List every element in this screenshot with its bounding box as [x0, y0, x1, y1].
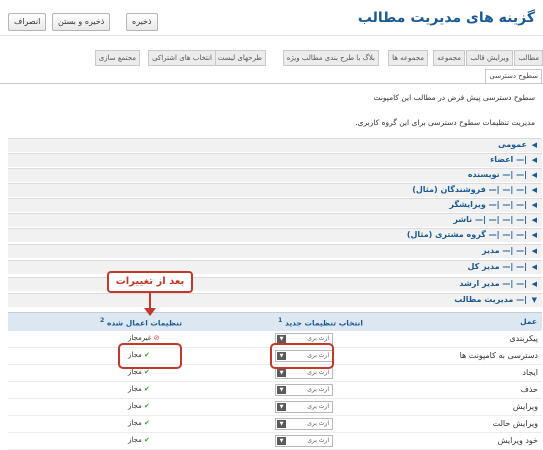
tab-shared[interactable]: انتخاب های اشتراکی — [148, 50, 216, 66]
permission-select[interactable]: ارث بری ▼ — [275, 418, 333, 430]
permission-select[interactable]: ارث بری ▼ — [275, 435, 333, 447]
dropdown-icon: ▼ — [277, 335, 286, 343]
check-icon: ✔ — [144, 402, 150, 410]
dropdown-icon: ▼ — [277, 386, 286, 394]
group-row-active[interactable]: ▼ |— مدیریت مطالب — [8, 293, 542, 307]
tab-articles[interactable]: مطالب — [514, 50, 543, 66]
tab-list-layouts[interactable]: طرحهای لیست — [213, 50, 266, 66]
triangle-left-icon: ◀ — [531, 263, 537, 271]
triangle-left-icon: ◀ — [531, 231, 537, 239]
annotation-callout: بعد از تغییرات — [107, 271, 193, 293]
permission-select[interactable]: ارث بری ▼ — [275, 384, 333, 396]
action-label: ایجاد — [522, 368, 538, 377]
highlight-box-status — [118, 343, 182, 369]
calculated-status: ✔ مجاز — [128, 385, 150, 393]
action-label: دسترسی به کامپونت ها — [459, 351, 538, 360]
col-action-header: عمل — [520, 317, 537, 326]
triangle-left-icon: ◀ — [531, 156, 537, 164]
save-button[interactable]: ذخیره — [126, 13, 158, 31]
save-close-button[interactable]: ذخیره و بستن — [52, 13, 111, 31]
calculated-status: ✔ مجاز — [128, 419, 150, 427]
page-title: گزینه های مدیریت مطالب — [357, 10, 535, 26]
triangle-down-icon: ▼ — [531, 296, 537, 304]
action-label: خود ویرایش — [497, 436, 538, 445]
col-calculated-header: تنظیمات اعمال شده 2 — [100, 317, 183, 328]
permissions-hint: مدیریت تنظیمات سطوح دسترسی برای این گروه… — [355, 118, 535, 127]
tab-permissions[interactable]: سطوح دسترسی — [485, 69, 542, 83]
triangle-left-icon: ◀ — [531, 247, 537, 255]
highlight-box-select — [270, 343, 334, 369]
triangle-left-icon: ◀ — [531, 141, 537, 149]
col-new-setting-header: انتخاب تنظیمات جدید 1 — [278, 317, 363, 328]
check-icon: ✔ — [144, 419, 150, 427]
calculated-status: ✔ مجاز — [128, 368, 150, 376]
tab-edit-layout[interactable]: ویرایش قالب — [466, 50, 513, 66]
deny-icon: ⊘ — [153, 334, 160, 342]
triangle-left-icon: ◀ — [531, 280, 537, 288]
group-row[interactable]: ◀ |— اعضاء — [8, 153, 542, 167]
header-bar: گزینه های مدیریت مطالب ذخیره ذخیره و بست… — [0, 0, 543, 36]
calculated-status: ✔ مجاز — [128, 402, 150, 410]
group-row[interactable]: ◀ |— |— مدیر کل — [8, 260, 542, 274]
action-label: حذف — [520, 385, 538, 394]
table-row: خود ویرایش ارث بری ▼ ✔ مجاز — [8, 433, 542, 450]
group-row[interactable]: ◀ |— |— مدیر — [8, 244, 542, 258]
permissions-description: سطوح دسترسی پیش فرض در مطالب این کامپونت — [373, 93, 535, 102]
calculated-status: ✔ مجاز — [128, 436, 150, 444]
tab-category[interactable]: مجموعه — [433, 50, 465, 66]
callout-arrow-icon — [144, 308, 156, 316]
triangle-left-icon: ◀ — [531, 216, 537, 224]
dropdown-icon: ▼ — [277, 420, 286, 428]
tab-blog-layout[interactable]: بلاگ با طرح بندی مطالب ویژه — [282, 50, 379, 66]
dropdown-icon: ▼ — [277, 437, 286, 445]
permissions-table-header: عمل انتخاب تنظیمات جدید 1 تنظیمات اعمال … — [8, 312, 542, 331]
group-row[interactable]: ◀ |— |— |— |— ناشر — [8, 213, 542, 227]
divider — [0, 83, 543, 84]
action-label: ویرایش — [512, 402, 538, 411]
group-row[interactable]: ◀ عمومی — [8, 138, 542, 152]
group-row[interactable]: ◀ |— |— |— فروشندگان (مثال) — [8, 183, 542, 197]
triangle-left-icon: ◀ — [531, 201, 537, 209]
triangle-left-icon: ◀ — [531, 171, 537, 179]
check-icon: ✔ — [144, 368, 150, 376]
dropdown-icon: ▼ — [277, 369, 286, 377]
tab-integration[interactable]: مجتمع سازی — [94, 50, 140, 66]
check-icon: ✔ — [144, 385, 150, 393]
group-row[interactable]: ◀ |— |— مدیر ارشد — [8, 277, 542, 291]
table-row: ویرایش ارث بری ▼ ✔ مجاز — [8, 399, 542, 416]
permission-select[interactable]: ارث بری ▼ — [275, 401, 333, 413]
calculated-status: ⊘ غیرمجاز — [128, 334, 160, 342]
action-label: ویرایش حالت — [492, 419, 538, 428]
cancel-button[interactable]: انصراف — [8, 13, 47, 31]
dropdown-icon: ▼ — [277, 403, 286, 411]
table-row: حذف ارث بری ▼ ✔ مجاز — [8, 382, 542, 399]
group-row[interactable]: ◀ |— |— |— گروه مشتری (مثال) — [8, 228, 542, 242]
triangle-left-icon: ◀ — [531, 186, 537, 194]
group-row[interactable]: ◀ |— |— نویسنده — [8, 168, 542, 182]
table-row: ویرایش حالت ارث بری ▼ ✔ مجاز — [8, 416, 542, 433]
action-label: پیکربندی — [509, 334, 538, 343]
tab-categories[interactable]: مجموعه ها — [388, 50, 428, 66]
check-icon: ✔ — [144, 436, 150, 444]
options-tabs: مطالب ویرایش قالب مجموعه مجموعه ها بلاگ … — [0, 50, 543, 66]
group-row[interactable]: ◀ |— |— |— ویرایشگر — [8, 198, 542, 212]
